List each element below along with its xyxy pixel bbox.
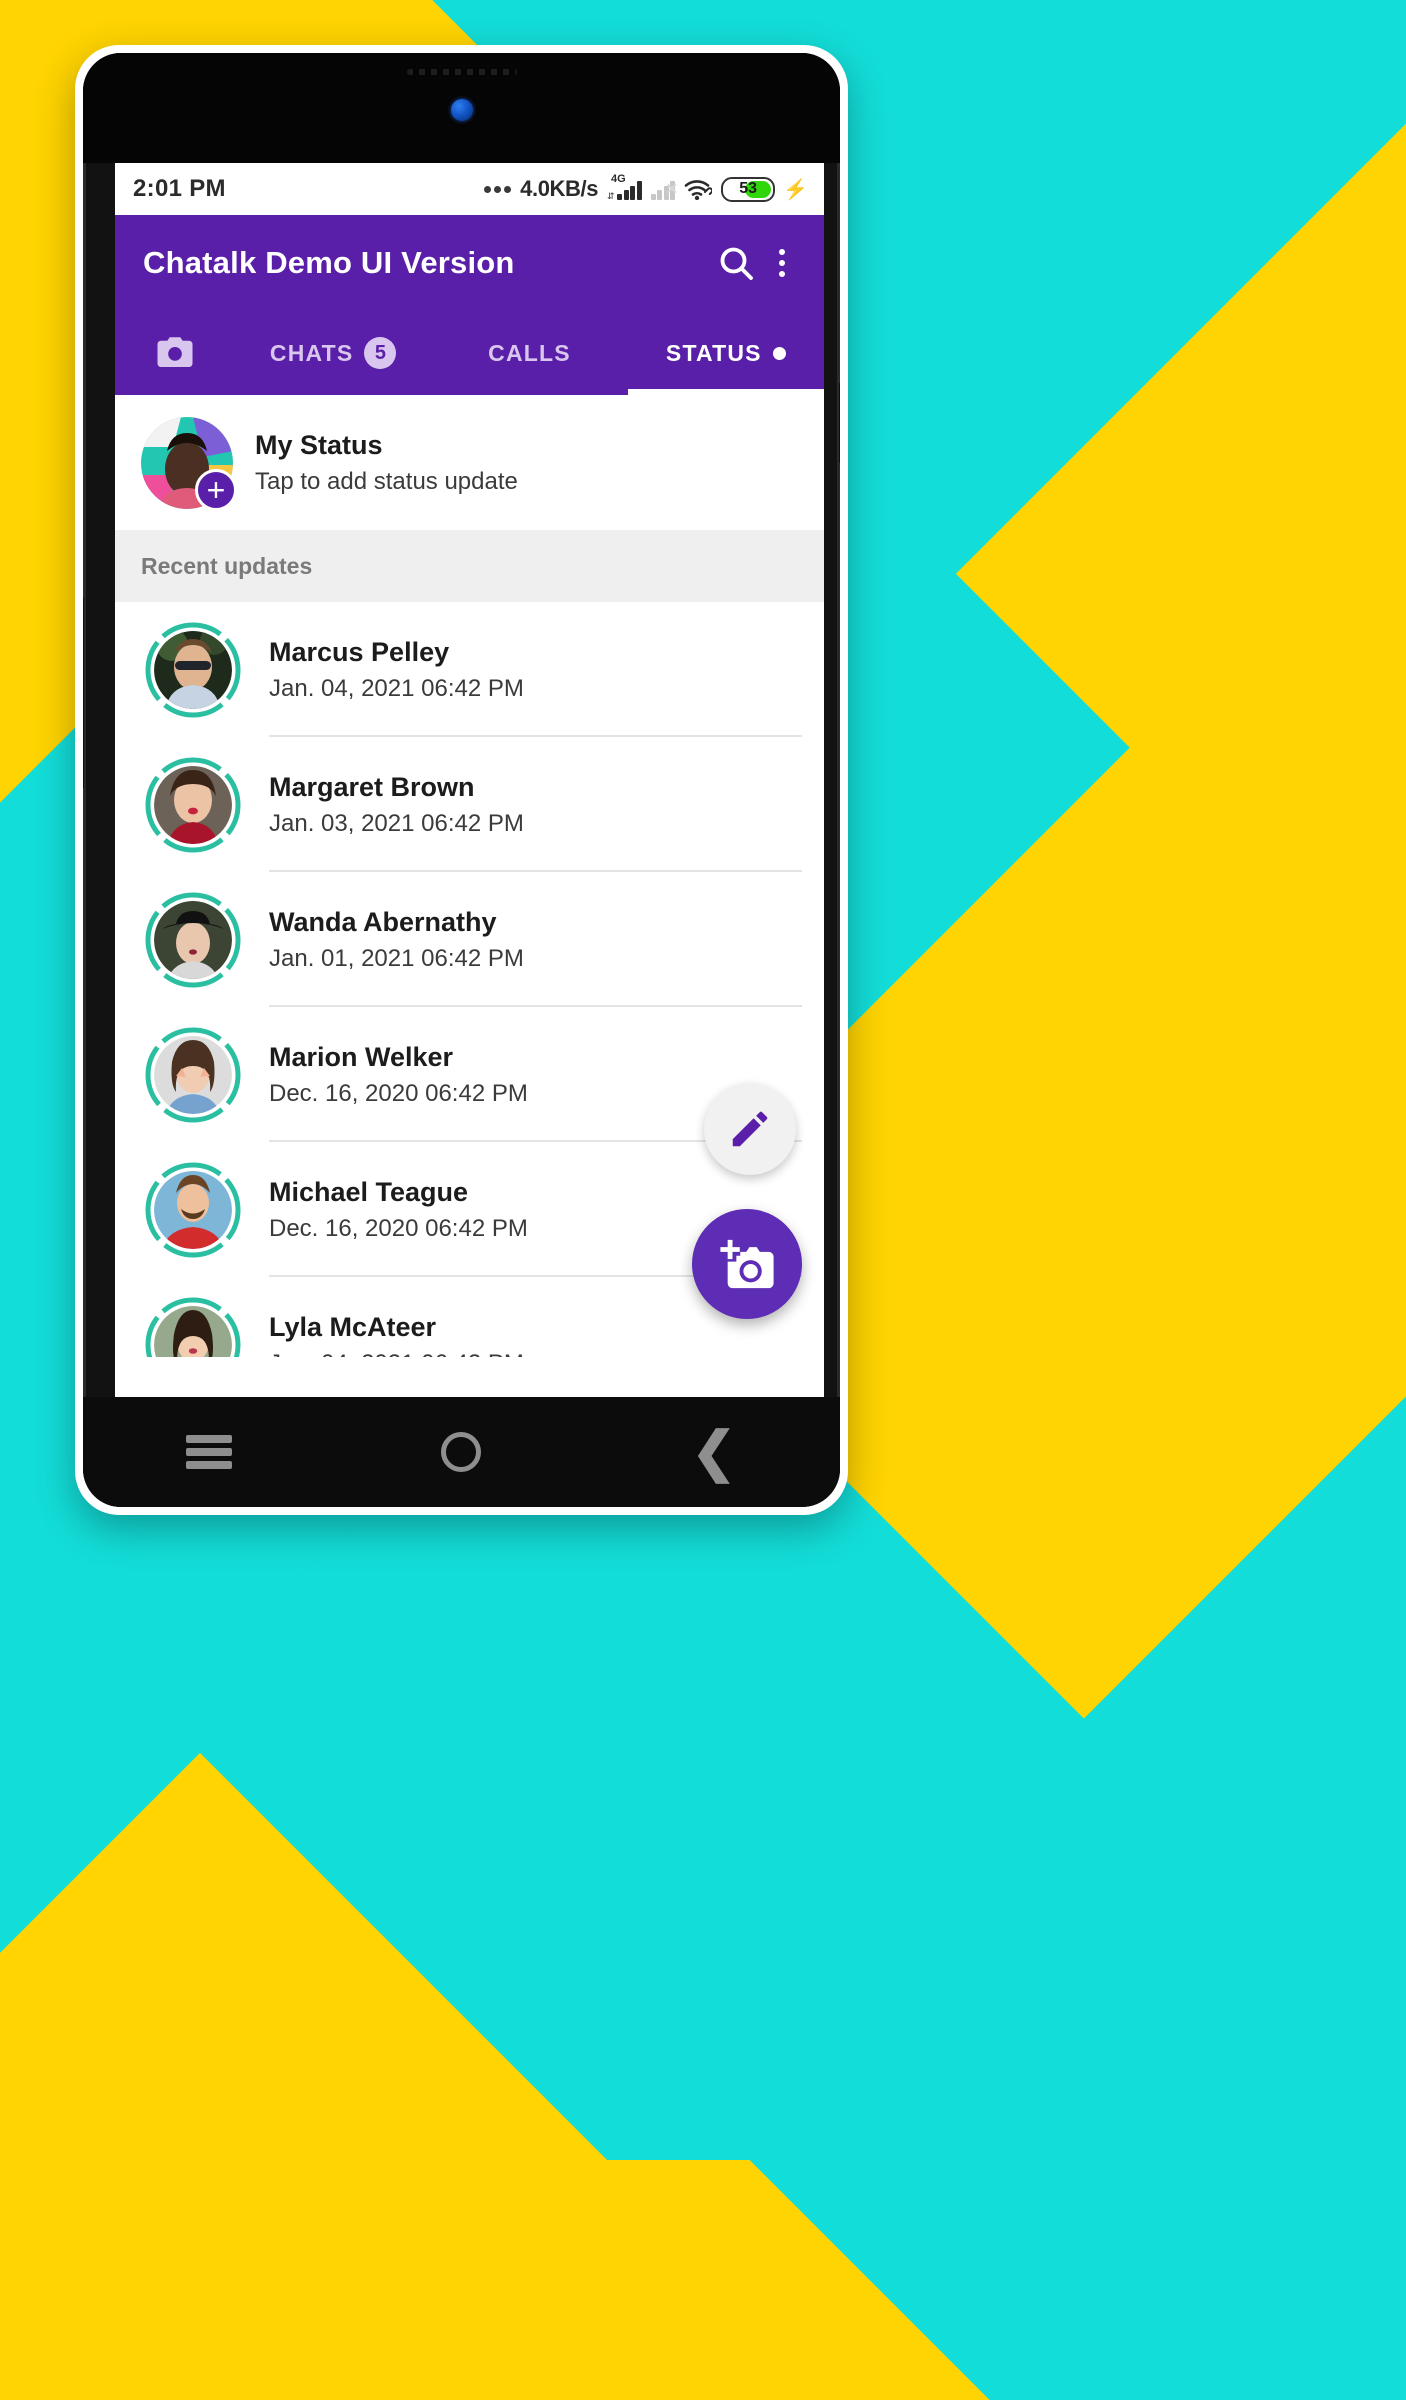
contact-name: Lyla McAteer <box>269 1311 437 1342</box>
status-row-text: Lyla McAteer Jan. 04, 2021 06:42 PM <box>269 1312 524 1358</box>
status-row-0[interactable]: Marcus Pelley Jan. 04, 2021 06:42 PM <box>115 602 824 737</box>
contact-name: Marion Welker <box>269 1041 454 1072</box>
network-type-label: 4G <box>611 173 626 185</box>
tab-chats[interactable]: CHATS 5 <box>235 311 431 395</box>
tab-camera[interactable] <box>115 311 235 395</box>
search-icon[interactable] <box>710 237 762 289</box>
camera-icon <box>157 337 193 367</box>
tab-status[interactable]: STATUS <box>627 311 824 395</box>
avatar <box>154 1170 232 1249</box>
tab-calls-label: CALLS <box>488 339 571 366</box>
nav-home-button[interactable] <box>401 1417 521 1487</box>
overflow-menu-icon[interactable] <box>762 237 802 289</box>
my-status-avatar-wrap[interactable]: + <box>141 416 237 511</box>
volume-button[interactable] <box>83 598 84 788</box>
data-arrows-icon: ⇵ <box>607 191 615 201</box>
avatar <box>154 765 232 844</box>
tab-calls[interactable]: CALLS <box>431 311 627 395</box>
pencil-icon <box>732 1111 768 1147</box>
status-row-text: Margaret Brown Jan. 03, 2021 06:42 PM <box>269 772 524 838</box>
earpiece-speaker <box>406 69 517 75</box>
my-status-subtitle: Tap to add status update <box>255 467 518 495</box>
contact-name: Marcus Pelley <box>269 636 450 667</box>
nav-back-button[interactable]: ❮ <box>654 1417 774 1487</box>
battery-percent-label: 53 <box>739 180 757 197</box>
phone-mockup: 2:01 PM 4.0KB/s 4G ⇵ ✕ 53 ⚡ Chatalk Demo… <box>75 45 848 1515</box>
status-list: + My Status Tap to add status update Rec… <box>115 395 824 1357</box>
signal-4g-icon: 4G ⇵ <box>607 173 642 201</box>
tab-chats-label: CHATS <box>269 339 354 366</box>
app-bar: Chatalk Demo UI Version <box>115 215 824 311</box>
status-ring <box>141 618 245 722</box>
avatar <box>154 1035 232 1114</box>
page-title: Chatalk Demo UI Version <box>143 245 515 280</box>
contact-name: Margaret Brown <box>269 771 475 802</box>
status-ring <box>141 888 245 992</box>
phone-top-bezel <box>83 53 840 163</box>
status-row-text: Wanda Abernathy Jan. 01, 2021 06:42 PM <box>269 907 524 973</box>
section-header-recent: Recent updates <box>115 530 824 602</box>
back-icon: ❮ <box>691 1422 737 1482</box>
status-ring <box>141 1293 245 1357</box>
status-row-text: Marion Welker Dec. 16, 2020 06:42 PM <box>269 1042 528 1108</box>
my-status-row[interactable]: + My Status Tap to add status update <box>115 395 824 530</box>
status-time: Jan. 03, 2021 06:42 PM <box>269 809 524 837</box>
add-photo-icon <box>720 1239 774 1289</box>
phone-body: 2:01 PM 4.0KB/s 4G ⇵ ✕ 53 ⚡ Chatalk Demo… <box>83 53 840 1507</box>
android-nav-bar: ❮ <box>83 1397 840 1507</box>
nav-menu-button[interactable] <box>149 1417 269 1487</box>
status-row-text: Marcus Pelley Jan. 04, 2021 06:42 PM <box>269 637 524 703</box>
menu-icon <box>186 1430 233 1474</box>
avatar <box>154 1305 232 1357</box>
front-camera-icon <box>450 99 473 121</box>
my-status-title: My Status <box>255 429 383 460</box>
avatar <box>154 630 232 709</box>
power-button[interactable] <box>839 383 840 463</box>
status-row-1[interactable]: Margaret Brown Jan. 03, 2021 06:42 PM <box>115 737 824 872</box>
avatar <box>154 900 232 979</box>
tab-bar: CHATS 5 CALLS STATUS <box>115 311 824 395</box>
status-icons: 4.0KB/s 4G ⇵ ✕ 53 ⚡ <box>484 173 808 202</box>
ellipsis-icon <box>484 185 512 193</box>
status-time: Dec. 16, 2020 06:42 PM <box>269 1079 528 1107</box>
wifi-icon <box>684 178 713 200</box>
plus-icon[interactable]: + <box>195 468 237 511</box>
status-ring <box>141 1158 245 1262</box>
signal-no-service-icon: ✕ <box>650 178 678 200</box>
charging-bolt-icon: ⚡ <box>783 178 808 201</box>
network-speed-label: 4.0KB/s <box>520 176 599 201</box>
battery-icon: 53 <box>721 176 776 202</box>
status-time: Dec. 16, 2020 06:42 PM <box>269 1214 528 1242</box>
my-status-text: My Status Tap to add status update <box>255 430 518 496</box>
edit-status-fab[interactable] <box>704 1083 796 1175</box>
status-row-text: Michael Teague Dec. 16, 2020 06:42 PM <box>269 1177 528 1243</box>
add-status-fab[interactable] <box>692 1209 802 1319</box>
home-icon <box>441 1432 482 1472</box>
status-time: Jan. 04, 2021 06:42 PM <box>269 674 524 702</box>
status-time: Jan. 04, 2021 06:42 PM <box>269 1350 524 1358</box>
tab-status-badge-dot <box>772 346 786 360</box>
status-ring <box>141 753 245 857</box>
status-time: Jan. 01, 2021 06:42 PM <box>269 944 524 972</box>
status-ring <box>141 1023 245 1127</box>
contact-name: Michael Teague <box>269 1176 469 1207</box>
tab-chats-badge: 5 <box>364 337 397 369</box>
tab-status-label: STATUS <box>665 339 762 366</box>
status-clock: 2:01 PM <box>133 175 226 202</box>
status-bar: 2:01 PM 4.0KB/s 4G ⇵ ✕ 53 ⚡ <box>115 163 824 215</box>
contact-name: Wanda Abernathy <box>269 906 497 937</box>
status-row-2[interactable]: Wanda Abernathy Jan. 01, 2021 06:42 PM <box>115 872 824 1007</box>
phone-screen: 2:01 PM 4.0KB/s 4G ⇵ ✕ 53 ⚡ Chatalk Demo… <box>115 163 824 1425</box>
